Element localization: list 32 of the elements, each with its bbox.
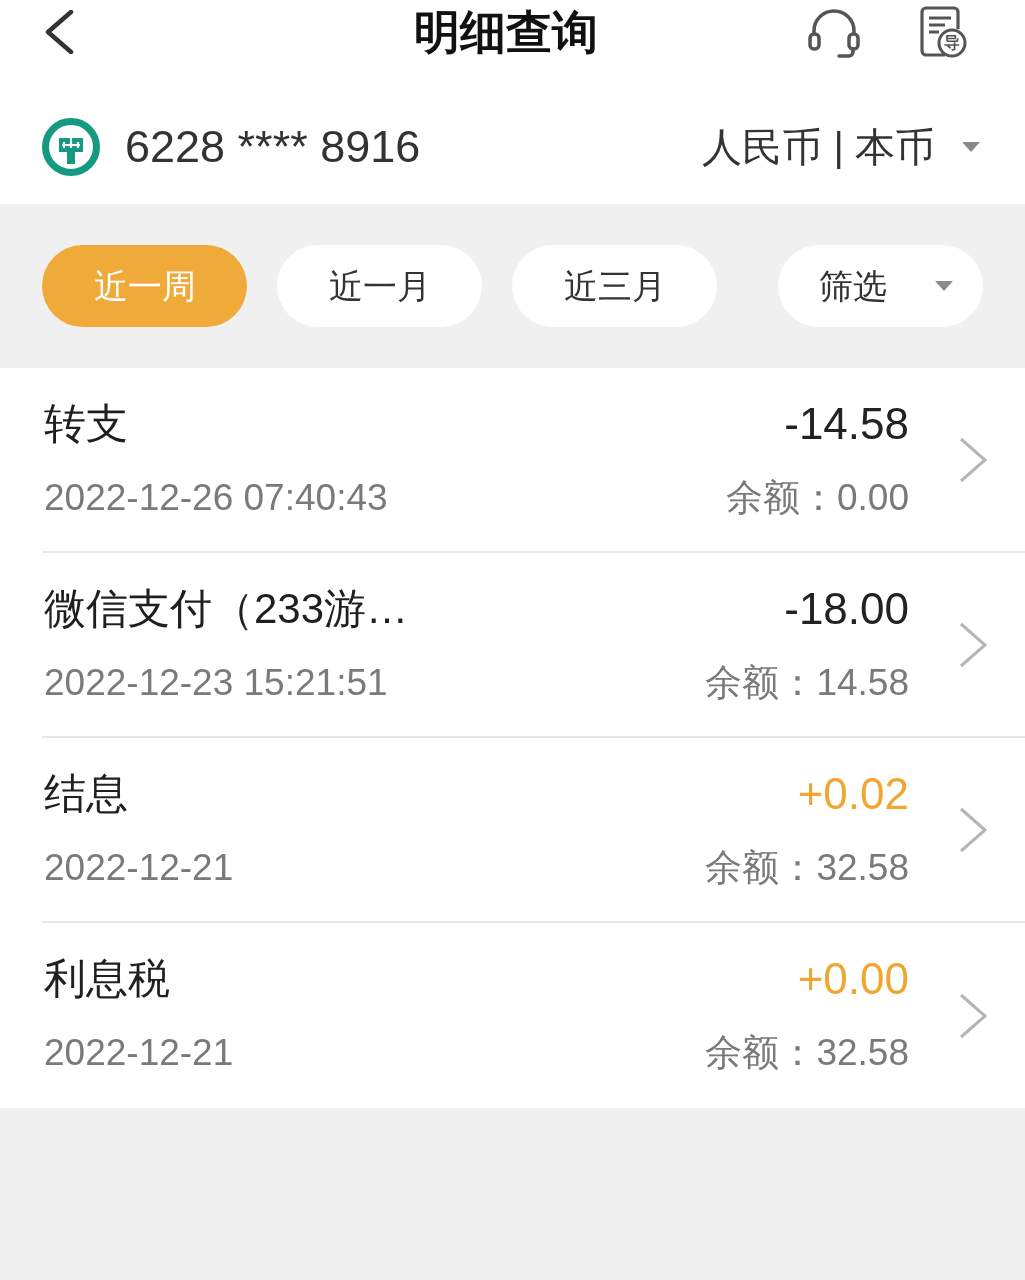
chevron-right-icon[interactable]: [959, 621, 987, 668]
period-tab[interactable]: 近三月: [512, 245, 717, 327]
balance-text: 余额：32.58: [705, 846, 909, 890]
transaction-amount: -18.00: [784, 584, 909, 634]
chevron-right-icon[interactable]: [959, 806, 987, 853]
transaction-time: 2022-12-26 07:40:43: [44, 476, 388, 520]
caret-down-icon: [962, 142, 980, 152]
transaction-time: 2022-12-21: [44, 846, 234, 890]
page-title: 明细查询: [413, 5, 598, 60]
balance-text: 余额：0.00: [726, 476, 909, 520]
caret-down-icon: [935, 281, 953, 291]
transaction-time: 2022-12-23 15:21:51: [44, 661, 388, 705]
currency-selector[interactable]: 人民币 | 本币: [702, 122, 980, 172]
transaction-amount: -14.58: [784, 399, 909, 449]
transaction-amount: +0.02: [797, 769, 909, 819]
transaction-title: 微信支付（233游…: [44, 584, 409, 634]
account-number: 6228 **** 8916: [125, 120, 421, 174]
chevron-right-icon[interactable]: [959, 436, 987, 483]
transaction-title: 结息: [44, 769, 128, 819]
export-button[interactable]: 导: [919, 5, 967, 59]
logo-icon: [42, 118, 100, 176]
period-tab[interactable]: 近一月: [277, 245, 482, 327]
transaction-title: 转支: [44, 399, 128, 449]
transaction-title: 利息税: [44, 954, 170, 1004]
balance-text: 余额：14.58: [705, 661, 909, 705]
document-icon: [919, 5, 967, 59]
transaction-amount: +0.00: [797, 954, 909, 1004]
transaction-time: 2022-12-21: [44, 1031, 234, 1075]
chevron-right-icon[interactable]: [959, 992, 987, 1039]
balance-text: 余额：32.58: [705, 1031, 909, 1075]
filter-dropdown[interactable]: 筛选: [778, 245, 983, 327]
back-icon: [44, 10, 74, 54]
